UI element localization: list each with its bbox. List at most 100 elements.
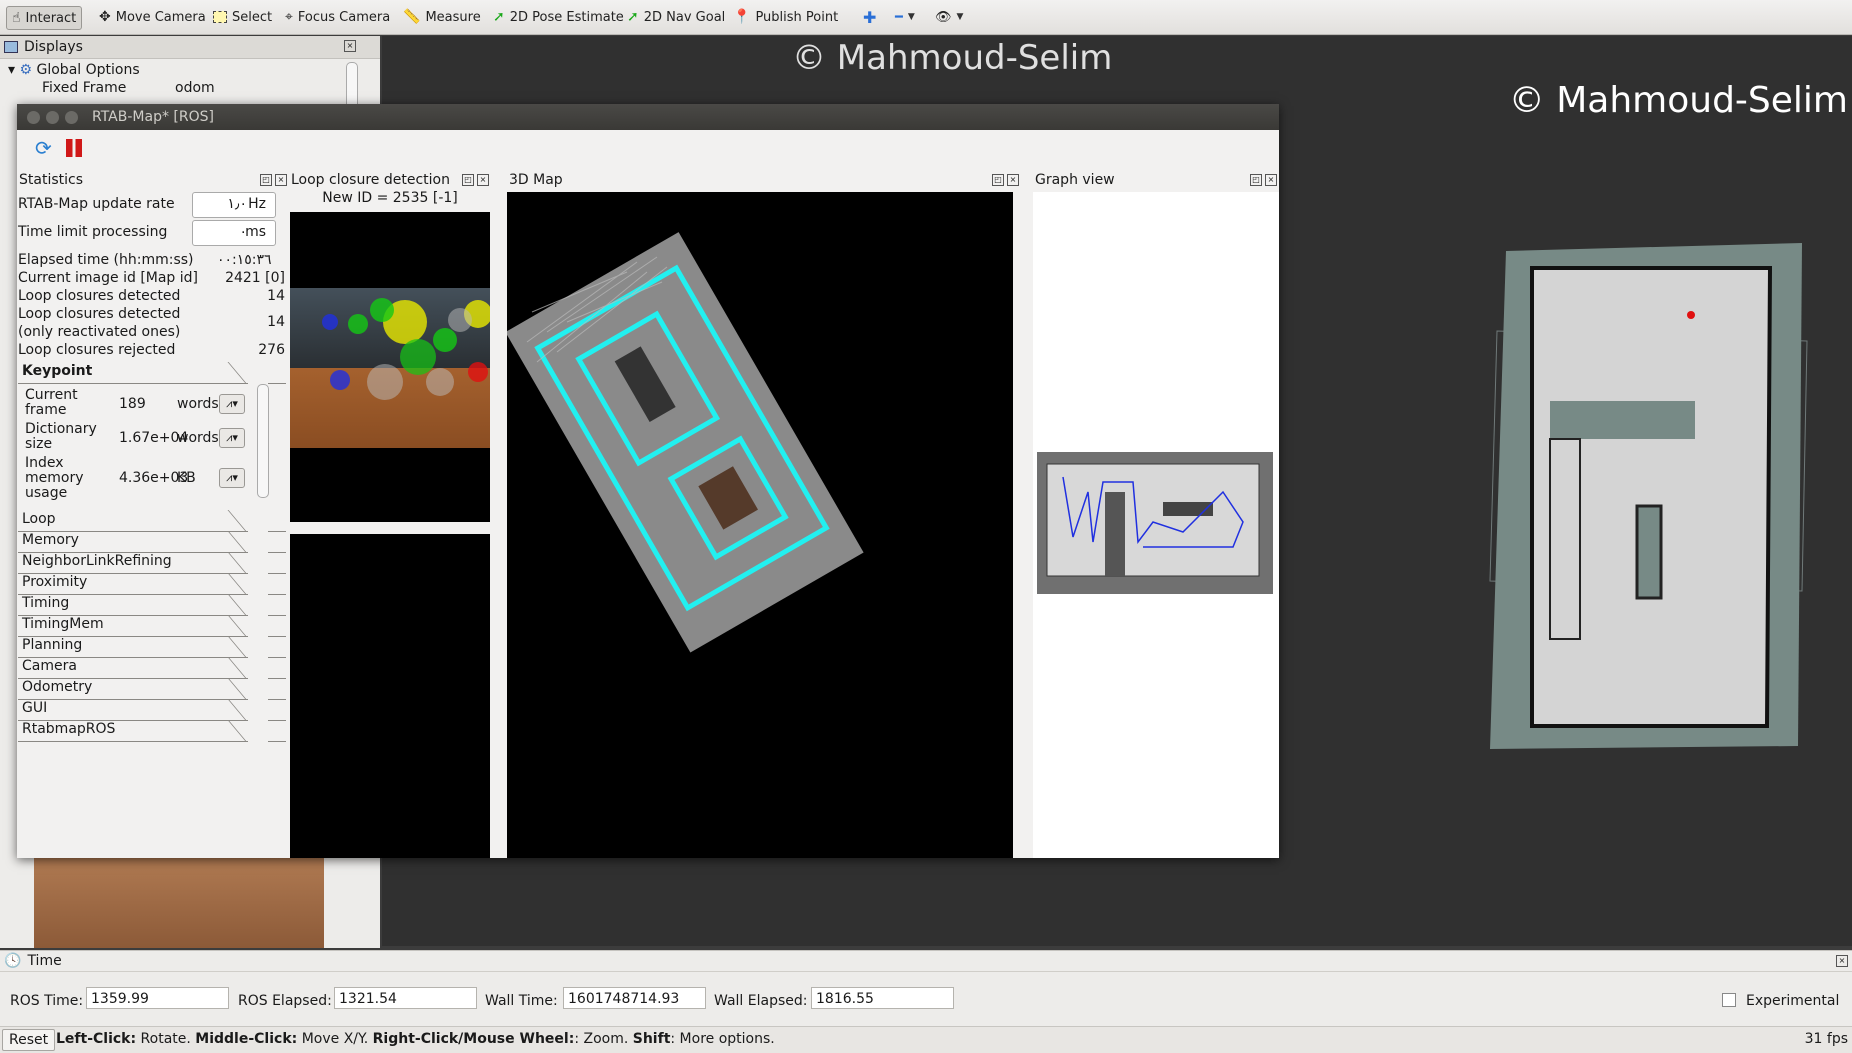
time-limit-spinbox[interactable]: ٠ ms [192,220,276,246]
global-options-label: Global Options [36,62,140,78]
graph-title: Graph view [1035,172,1115,188]
focus-camera-tool-button[interactable]: ⌖ Focus Camera [280,6,395,28]
add-tool-button[interactable]: ✚ [858,6,881,28]
pause-icon[interactable] [65,139,82,157]
camera-preview [34,858,324,948]
kp-label-line: usage [25,485,68,501]
close-icon[interactable]: × [344,40,356,52]
loop-rejected-value: 276 [258,342,285,358]
close-icon[interactable]: × [1007,174,1019,186]
keypoint-scrollbar[interactable] [257,384,269,498]
current-image-view [290,212,490,522]
interact-label: Interact [25,10,77,26]
loop-react-label-2: (only reactivated ones) [18,324,181,340]
plot-icon[interactable]: ⩘▾ [219,468,245,488]
expand-arrow-icon: ▾ [8,62,16,78]
measure-tool-button[interactable]: 📏 Measure [398,6,486,28]
section-label: Memory [22,532,79,548]
close-icon[interactable]: × [1836,955,1848,967]
view-options-button[interactable]: 👁 ▼ [930,6,968,28]
kp-label-line: memory [25,470,84,486]
nav-goal-tool-button[interactable]: ➚ 2D Nav Goal [622,6,730,28]
close-icon[interactable]: × [477,174,489,186]
refresh-icon[interactable]: ⟳ [35,136,52,160]
rtabmap-titlebar: RTAB-Map* [ROS] [17,104,1279,130]
keypoint-unit: words [177,430,219,446]
keypoint-row-label: Dictionary size [25,422,97,452]
focus-target-icon: ⌖ [285,9,293,25]
reset-button[interactable]: Reset [2,1029,56,1051]
float-icon[interactable]: ◰ [992,174,1004,186]
help-left: Left-Click: [56,1031,137,1047]
green-arrow-icon: ➚ [493,9,505,25]
map3d-title: 3D Map [509,172,563,188]
publish-point-tool-button[interactable]: 📍 Publish Point [728,6,843,28]
close-icon[interactable]: × [275,174,287,186]
help-text: Left-Click: Rotate. Middle-Click: Move X… [56,1031,775,1047]
window-maximize-icon[interactable] [65,110,78,124]
time-limit-unit: ms [245,224,266,240]
minus-icon: ━ [895,9,903,25]
keypoint-unit: words [177,396,219,412]
ros-time-field[interactable]: 1359.99 [86,987,229,1009]
time-limit-label: Time limit processing [18,224,168,240]
displays-header: Displays × [0,36,380,59]
statistics-header: Statistics ◰ × [17,170,289,190]
interact-tool-button[interactable]: ☝ Interact [6,6,83,30]
float-icon[interactable]: ◰ [1250,174,1262,186]
rtabmap-toolbar: ⟳ [17,130,1279,166]
plot-icon[interactable]: ⩘▾ [219,428,245,448]
graph-view[interactable] [1033,192,1279,858]
pose-estimate-tool-button[interactable]: ➚ 2D Pose Estimate [488,6,629,28]
cursor-hand-icon: ☝ [12,10,21,26]
help-right-t: : Zoom. [574,1031,633,1047]
eye-icon: 👁 [935,9,952,25]
move-camera-label: Move Camera [115,9,206,25]
kp-label-line: Index [25,455,64,471]
keypoint-row-label: Current frame [25,388,78,418]
close-icon[interactable]: × [1265,174,1277,186]
fixed-frame-value[interactable]: odom [175,80,215,96]
select-tool-button[interactable]: Select [208,6,277,28]
loop-closure-dock: Loop closure detection ◰ × New ID = 2535 … [289,170,491,858]
kp-label-line: Current [25,387,78,403]
keypoint-section-tab[interactable]: Keypoint [18,360,287,384]
window-close-icon[interactable] [27,110,40,124]
time-header: 🕓 Time × [0,951,1852,972]
statistics-section-tab[interactable]: RtabmapROS [18,718,287,742]
update-rate-spinbox[interactable]: ١٫٠ Hz [192,192,276,218]
rtabmap-window: RTAB-Map* [ROS] ⟳ Statistics ◰ × RTAB-Map… [17,104,1279,858]
wall-elapsed-field[interactable]: 1816.55 [811,987,954,1009]
loop-detected-label: Loop closures detected [18,288,181,304]
wall-time-field[interactable]: 1601748714.93 [563,987,706,1009]
elapsed-value: ٠٠:١٥:٣٦ [217,252,272,268]
map3d-view[interactable] [505,192,1013,858]
section-label: Timing [22,595,70,611]
float-icon[interactable]: ◰ [462,174,474,186]
keypoint-overlay [322,298,490,400]
fixed-frame-label: Fixed Frame [42,80,127,96]
window-minimize-icon[interactable] [46,110,59,124]
map-pin-icon: 📍 [733,9,751,25]
section-label: NeighborLinkRefining [22,553,172,569]
loop-react-label: Loop closures detected [18,306,181,322]
loop-closure-title: Loop closure detection [291,172,450,188]
section-label: Loop [22,511,56,527]
global-options-item[interactable]: ▾ ⚙ Global Options [8,62,140,78]
remove-tool-button[interactable]: ━ ▼ [890,6,920,28]
move-camera-tool-button[interactable]: ✥ Move Camera [94,6,211,28]
help-right: Right-Click/Mouse Wheel: [372,1031,575,1047]
elapsed-label: Elapsed time (hh:mm:ss) [18,252,194,268]
kp-label-line: size [25,436,53,452]
experimental-checkbox[interactable] [1722,993,1736,1007]
plot-icon[interactable]: ⩘▾ [219,394,245,414]
time-panel: 🕓 Time × ROS Time: 1359.99 ROS Elapsed: … [0,950,1852,1027]
ros-elapsed-field[interactable]: 1321.54 [334,987,477,1009]
measure-label: Measure [425,9,481,25]
float-icon[interactable]: ◰ [260,174,272,186]
statistics-dock: Statistics ◰ × RTAB-Map update rate ١٫٠ H… [17,170,289,858]
experimental-label: Experimental [1746,993,1840,1009]
help-middle-t: Move X/Y. [297,1031,373,1047]
image-id-label: Current image id [Map id] [18,270,199,286]
divider [290,526,490,528]
